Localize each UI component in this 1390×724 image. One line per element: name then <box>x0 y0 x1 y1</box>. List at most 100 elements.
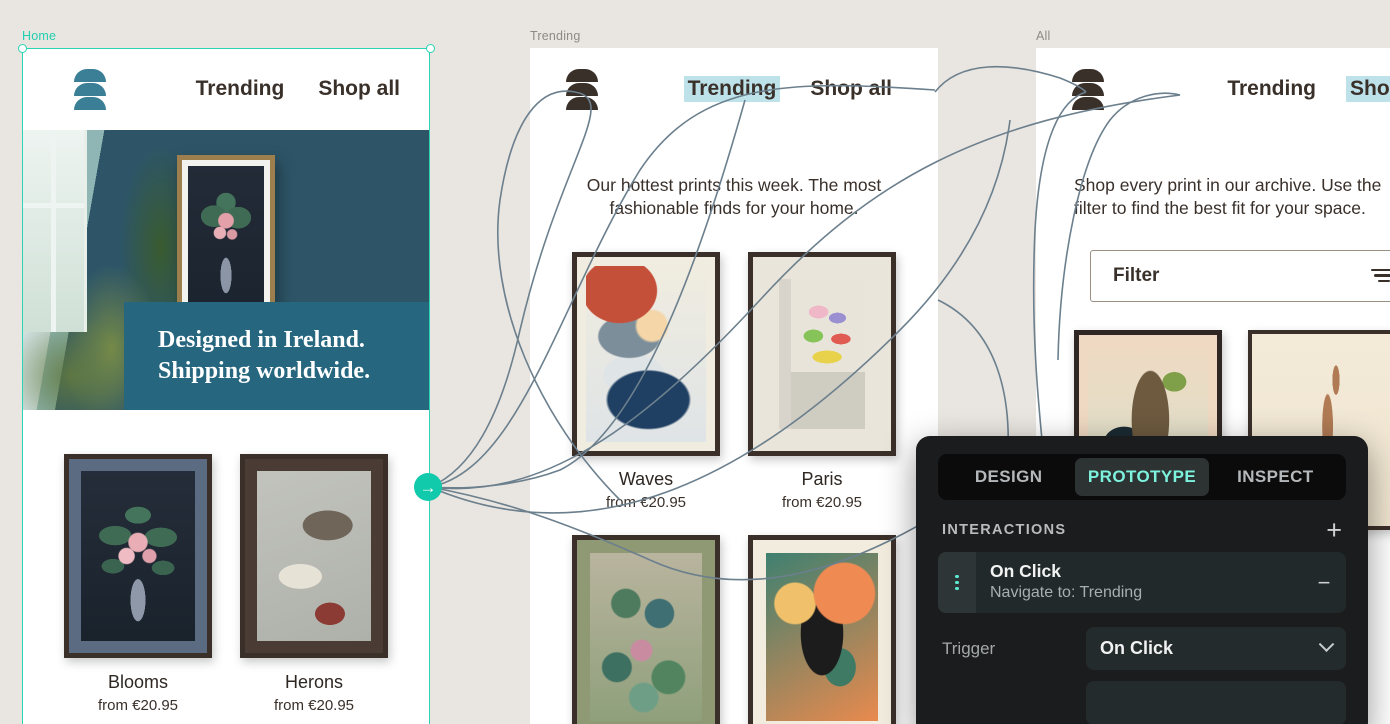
poster-frame <box>748 251 896 456</box>
nav-link-trending[interactable]: Trending <box>683 76 781 102</box>
product-card[interactable]: Waves from €20.95 <box>572 251 720 511</box>
product-title: Paris <box>801 468 843 489</box>
interaction-subtitle: Navigate to: Trending <box>990 584 1143 602</box>
logo-dome-top <box>566 68 598 82</box>
poster-frame <box>64 454 212 658</box>
frame-trending[interactable]: Trending Shop all Our hottest prints thi… <box>530 48 938 724</box>
noodle-10 <box>937 299 1010 453</box>
poster-art <box>766 552 878 721</box>
intro-copy-trending: Our hottest prints this week. The most f… <box>558 174 910 220</box>
intro-line2: fashionable finds for your home. <box>609 197 859 218</box>
poster-art <box>590 552 702 721</box>
nav-links-home: Trending Shop all <box>192 76 404 102</box>
hero-banner-line2: Shipping worldwide. <box>158 358 371 384</box>
hero-window <box>22 130 88 332</box>
product-price: from €20.95 <box>605 493 687 511</box>
nav-link-shop-all[interactable]: Shop a <box>1345 76 1390 102</box>
poster-mat <box>245 459 383 653</box>
next-select[interactable] <box>1086 681 1346 724</box>
drag-handle-icon[interactable] <box>938 552 976 614</box>
product-price: from €20.95 <box>97 697 179 714</box>
interaction-body: On Click Navigate to: Trending <box>976 552 1302 613</box>
nav-home: Trending Shop all <box>22 48 430 130</box>
product-title: Herons <box>284 672 344 692</box>
remove-interaction-button[interactable]: − <box>1302 552 1346 613</box>
nav-trending: Trending Shop all <box>530 48 938 130</box>
intro-copy-all: Shop every print in our archive. Use the… <box>1074 174 1390 220</box>
panel-tabbar: DESIGN PROTOTYPE INSPECT <box>938 454 1346 500</box>
poster-mat <box>753 539 891 724</box>
hero-home: Designed in Ireland. Shipping worldwide. <box>22 130 430 410</box>
stacked-domes-logo[interactable] <box>566 68 598 110</box>
trigger-select[interactable]: On Click <box>1086 627 1346 671</box>
product-grid-home: Blooms from €20.95 Herons from €20.95 <box>22 410 430 724</box>
chevron-down-icon <box>1318 636 1335 653</box>
stacked-domes-logo[interactable] <box>74 68 106 110</box>
interaction-row[interactable]: On Click Navigate to: Trending − <box>938 552 1346 614</box>
product-price: from €20.95 <box>273 697 355 714</box>
figma-canvas[interactable]: Home Trending Shop all Designed in Irela… <box>0 0 1390 724</box>
product-price: from €20.95 <box>781 493 863 511</box>
hero-banner: Designed in Ireland. Shipping worldwide. <box>124 302 430 410</box>
poster-mat <box>577 539 715 724</box>
tab-prototype[interactable]: PROTOTYPE <box>1075 458 1209 496</box>
poster-mat <box>69 459 207 653</box>
nav-link-shop-all[interactable]: Shop all <box>806 76 896 102</box>
nav-link-trending[interactable]: Trending <box>1223 76 1320 102</box>
filter-label: Filter <box>1113 264 1160 286</box>
add-interaction-button[interactable]: + <box>1326 516 1342 543</box>
logo-dome-bottom <box>74 96 106 110</box>
intro-line1: Our hottest prints this week. The most <box>586 175 882 195</box>
product-card[interactable] <box>572 534 720 724</box>
tab-inspect[interactable]: INSPECT <box>1209 458 1342 496</box>
drag-dots <box>955 574 959 591</box>
resize-handle-top-left[interactable] <box>18 44 27 53</box>
poster-art <box>779 278 865 429</box>
frame-label-home[interactable]: Home <box>22 29 56 43</box>
poster-mat <box>753 256 891 451</box>
nav-link-trending[interactable]: Trending <box>192 76 289 102</box>
nav-all: Trending Shop a <box>1036 48 1390 130</box>
intro-line1: Shop every print in our archive. Use the <box>1074 175 1382 195</box>
prototype-panel[interactable]: DESIGN PROTOTYPE INSPECT INTERACTIONS + … <box>916 436 1368 724</box>
poster-art <box>586 265 706 442</box>
frame-label-trending[interactable]: Trending <box>530 29 580 43</box>
filter-button[interactable]: Filter <box>1090 249 1390 302</box>
nav-link-shop-all[interactable]: Shop all <box>314 76 404 102</box>
intro-line2: filter to find the best fit for your spa… <box>1074 197 1366 218</box>
logo-dome-top <box>1072 68 1104 82</box>
frame-label-all[interactable]: All <box>1036 29 1051 43</box>
prototype-connector-node[interactable]: → <box>414 473 442 501</box>
trigger-value: On Click <box>1100 638 1174 659</box>
hero-art-blooms <box>188 166 264 318</box>
product-card[interactable] <box>748 534 896 724</box>
next-field-row <box>938 681 1346 724</box>
hero-frame-mat <box>182 160 270 324</box>
poster-art <box>257 471 371 641</box>
logo-dome-top <box>74 68 106 82</box>
stacked-domes-logo[interactable] <box>1072 68 1104 110</box>
tab-design[interactable]: DESIGN <box>942 458 1075 496</box>
poster-mat <box>577 256 715 451</box>
filter-icon <box>1371 268 1390 283</box>
trigger-field-row: Trigger On Click <box>938 627 1346 671</box>
resize-handle-top-right[interactable] <box>426 44 435 53</box>
product-card[interactable]: Paris from €20.95 <box>748 251 896 511</box>
logo-dome-mid <box>1072 82 1104 96</box>
arrow-right-icon: → <box>419 477 437 497</box>
hero-banner-line1: Designed in Ireland. <box>158 327 365 354</box>
nav-links-trending: Trending Shop all <box>683 76 896 102</box>
product-grid-trending: Waves from €20.95 Paris from €20.95 <box>530 220 938 724</box>
product-card[interactable]: Blooms from €20.95 <box>64 454 212 714</box>
poster-frame <box>748 534 896 724</box>
product-title: Blooms <box>107 672 169 692</box>
interactions-title: INTERACTIONS <box>942 522 1067 539</box>
frame-home[interactable]: Trending Shop all Designed in Ireland. S… <box>22 48 430 724</box>
product-card[interactable]: Herons from €20.95 <box>240 454 388 714</box>
product-title: Waves <box>618 468 674 489</box>
logo-dome-mid <box>74 82 106 96</box>
poster-frame <box>572 251 720 456</box>
logo-dome-bottom <box>566 96 598 110</box>
logo-dome-mid <box>566 82 598 96</box>
interaction-title: On Click <box>990 561 1061 582</box>
